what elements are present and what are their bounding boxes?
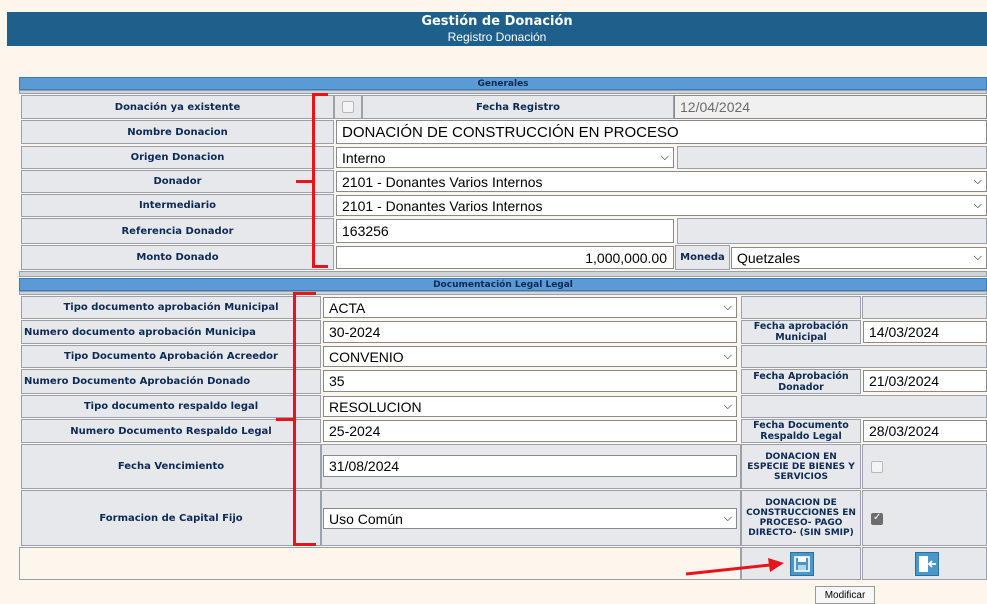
fecha-aprob-donador-input[interactable]: 21/03/2024: [863, 370, 987, 392]
donador-label: Donador: [21, 170, 334, 193]
empty-cell: [741, 395, 987, 418]
num-doc-municipal-input[interactable]: 30-2024: [323, 321, 737, 343]
tipo-doc-municipal-value: ACTA: [329, 299, 366, 316]
fecha-vencimiento-label: Fecha Vencimiento: [21, 444, 321, 489]
chevron-down-icon: ⌵: [723, 300, 732, 313]
tooltip: Modificar: [815, 586, 875, 604]
moneda-label: Moneda: [675, 245, 730, 270]
fecha-vencimiento-input[interactable]: 31/08/2024: [323, 455, 737, 477]
donacion-existente-label: Donación ya existente: [21, 95, 334, 119]
empty-cell: [677, 146, 987, 169]
intermediario-label: Intermediario: [21, 194, 334, 217]
divider: [19, 291, 987, 295]
referencia-donador-label: Referencia Donador: [21, 218, 334, 244]
tipo-doc-respaldo-label: Tipo documento respaldo legal: [21, 395, 321, 418]
save-button[interactable]: [790, 552, 814, 576]
section-legal-header: Documentación Legal Legal: [19, 278, 987, 291]
empty-cell: [741, 296, 861, 319]
empty-cell: [677, 218, 987, 244]
fecha-doc-respaldo-label: Fecha Documento Respaldo Legal: [741, 419, 861, 443]
floppy-disk-icon: [794, 556, 810, 572]
chevron-down-icon: ⌵: [973, 174, 982, 187]
tipo-doc-acreedor-value: CONVENIO: [329, 348, 404, 365]
fecha-aprob-municipal-input[interactable]: 14/03/2024: [863, 321, 987, 343]
annotation-bracket: [293, 292, 316, 295]
tipo-doc-acreedor-label: Tipo Documento Aprobación Acreedor: [21, 345, 321, 368]
page-subtitle: Registro Donación: [447, 30, 547, 44]
fecha-doc-respaldo-input[interactable]: 28/03/2024: [863, 420, 987, 442]
donador-value: 2101 - Donantes Varios Internos: [342, 173, 543, 190]
chevron-down-icon: ⌵: [723, 349, 732, 362]
origen-donacion-value: Interno: [342, 149, 386, 166]
donacion-existente-checkbox[interactable]: [342, 101, 354, 113]
chevron-down-icon: ⌵: [723, 511, 732, 524]
intermediario-select[interactable]: 2101 - Donantes Varios Internos ⌵: [336, 195, 987, 216]
num-doc-respaldo-input[interactable]: 25-2024: [323, 420, 737, 442]
tipo-doc-acreedor-select[interactable]: CONVENIO ⌵: [323, 346, 737, 367]
nombre-donacion-input[interactable]: DONACIÓN DE CONSTRUCCIÓN EN PROCESO: [336, 120, 987, 144]
exit-door-icon: [919, 556, 936, 572]
nombre-donacion-label: Nombre Donacion: [21, 120, 334, 144]
fecha-aprob-municipal-label: Fecha aprobación Municipal: [741, 320, 861, 344]
exit-button-cell: [862, 547, 987, 580]
num-doc-donador-input[interactable]: 35: [323, 370, 737, 392]
fecha-aprob-donador-label: Fecha Aprobación Donador: [741, 369, 861, 394]
section-generales-header: Generales: [19, 77, 987, 90]
page-header: Gestión de Donación Registro Donación: [7, 12, 987, 46]
moneda-value: Quetzales: [737, 250, 801, 266]
annotation-bracket: [293, 543, 316, 546]
annotation-bracket: [296, 180, 313, 183]
chevron-down-icon: ⌵: [973, 198, 982, 211]
chevron-down-icon: ⌵: [973, 250, 982, 263]
annotation-arrow-icon: [685, 558, 784, 576]
capital-fijo-value: Uso Común: [329, 510, 403, 527]
page-title: Gestión de Donación: [421, 14, 573, 29]
donacion-especie-checkbox[interactable]: [871, 461, 883, 473]
tipo-doc-respaldo-value: RESOLUCION: [329, 398, 422, 415]
donador-select[interactable]: 2101 - Donantes Varios Internos ⌵: [336, 171, 987, 192]
donacion-construcciones-label: DONACION DE CONSTRUCCIONES EN PROCESO- P…: [741, 490, 861, 546]
divider: [19, 90, 987, 94]
moneda-select[interactable]: Quetzales ⌵: [731, 247, 987, 269]
referencia-donador-input[interactable]: 163256: [336, 219, 674, 243]
annotation-bracket: [276, 418, 294, 421]
donacion-especie-label: DONACION EN ESPECIE DE BIENES Y SERVICIO…: [741, 444, 861, 489]
checkbox-cell: [862, 490, 987, 546]
empty-cell: [741, 345, 987, 368]
tipo-doc-municipal-label: Tipo documento aprobación Municipal: [21, 296, 321, 319]
checkbox-cell: [334, 95, 362, 119]
num-doc-municipal-label: Numero documento aprobación Municipa: [21, 320, 321, 344]
divider: [19, 271, 987, 277]
capital-fijo-label: Formacion de Capital Fijo: [21, 490, 321, 546]
fecha-registro-field[interactable]: 12/04/2024: [674, 95, 987, 119]
origen-donacion-label: Origen Donacion: [21, 146, 334, 169]
checkbox-cell: [862, 444, 987, 489]
empty-cell: [19, 547, 741, 580]
tipo-doc-respaldo-select[interactable]: RESOLUCION ⌵: [323, 396, 737, 417]
intermediario-value: 2101 - Donantes Varios Internos: [342, 197, 543, 214]
num-doc-donador-label: Numero Documento Aprobación Donado: [21, 369, 321, 394]
annotation-bracket: [312, 265, 328, 268]
monto-donado-input[interactable]: 1,000,000.00: [336, 246, 674, 269]
fecha-registro-label: Fecha Registro: [362, 95, 674, 119]
origen-donacion-select[interactable]: Interno ⌵: [336, 147, 674, 168]
capital-fijo-select[interactable]: Uso Común ⌵: [323, 508, 737, 529]
monto-donado-label: Monto Donado: [21, 245, 334, 270]
donacion-construcciones-checkbox[interactable]: [871, 512, 883, 525]
num-doc-respaldo-label: Numero Documento Respaldo Legal: [21, 419, 321, 443]
chevron-down-icon: ⌵: [723, 399, 732, 412]
annotation-bracket: [312, 93, 328, 96]
empty-cell: [862, 296, 987, 319]
tipo-doc-municipal-select[interactable]: ACTA ⌵: [323, 297, 737, 318]
exit-button[interactable]: [915, 552, 939, 576]
chevron-down-icon: ⌵: [660, 150, 669, 163]
